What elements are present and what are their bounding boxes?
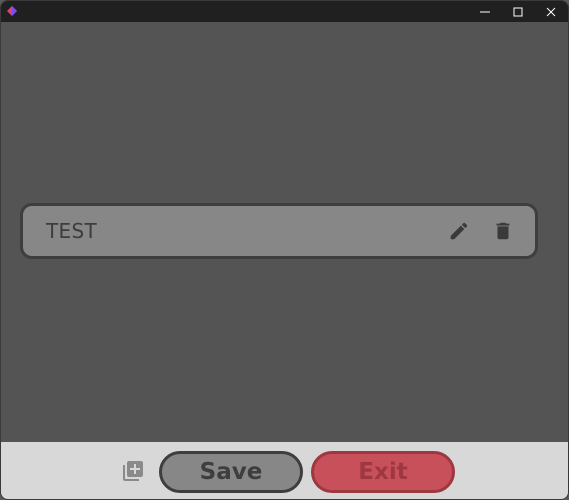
app-icon xyxy=(7,6,17,16)
close-button[interactable] xyxy=(534,1,568,22)
maximize-icon xyxy=(513,7,523,16)
minimize-icon xyxy=(480,11,490,12)
add-to-library-icon xyxy=(123,461,143,481)
app-window: TEST Save Exit xyxy=(0,0,569,500)
maximize-button[interactable] xyxy=(501,1,535,22)
add-item-button[interactable] xyxy=(121,459,145,483)
minimize-button[interactable] xyxy=(468,1,502,22)
item-list: TEST xyxy=(1,22,568,442)
delete-button[interactable] xyxy=(491,219,515,243)
exit-button[interactable]: Exit xyxy=(311,451,455,493)
list-item[interactable]: TEST xyxy=(20,203,538,259)
item-label: TEST xyxy=(46,219,97,243)
close-icon xyxy=(546,7,556,16)
trash-icon xyxy=(496,222,510,240)
footer-bar: Save Exit xyxy=(1,442,568,499)
pencil-icon xyxy=(450,222,468,240)
edit-button[interactable] xyxy=(447,219,471,243)
title-bar[interactable] xyxy=(1,1,568,22)
save-button[interactable]: Save xyxy=(159,451,303,493)
